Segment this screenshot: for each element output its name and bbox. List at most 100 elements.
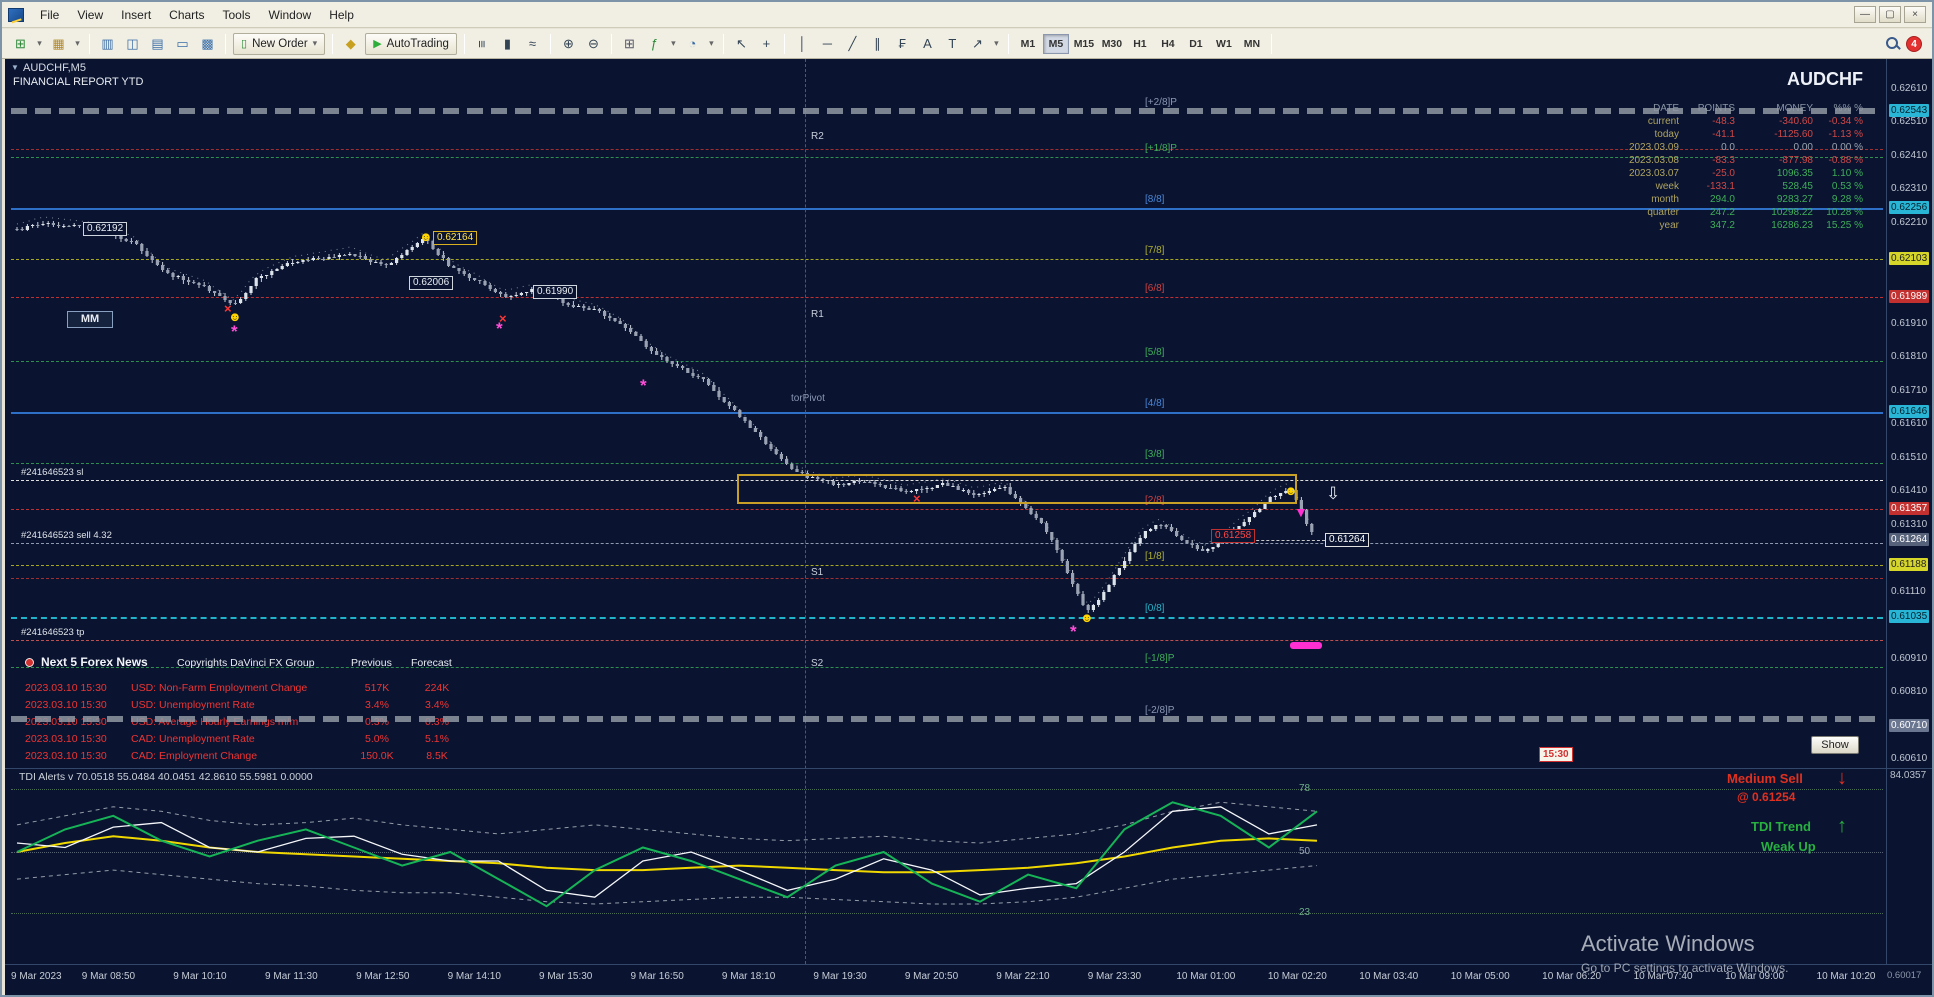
trend-arrow-icon: ↑: [1837, 815, 1847, 837]
price-tick: 0.62210: [1891, 217, 1928, 228]
strategy-tester-button[interactable]: ▩: [196, 33, 219, 55]
arrow-tool-button[interactable]: ↗: [966, 33, 989, 55]
chart-line-button[interactable]: ≈: [521, 33, 544, 55]
report-cell: 9.28 %: [1831, 194, 1863, 205]
new-order-button[interactable]: ▯ New Order ▾: [233, 32, 326, 55]
report-row: today -41.1 -1125.60 -1.13 %: [1603, 128, 1865, 141]
chart-candles-button[interactable]: ▮: [496, 33, 519, 55]
app-icon: [8, 7, 24, 22]
zoom-in-button[interactable]: ⊕: [557, 33, 580, 55]
murrey-label: [6/8]: [1145, 283, 1165, 294]
signal-trend-state: Weak Up: [1761, 839, 1816, 854]
consolidation-box: [737, 474, 1297, 504]
metaeditor-button[interactable]: ◆: [339, 33, 362, 55]
murrey-line: [11, 617, 1883, 619]
timeframe-button-mn[interactable]: MN: [1239, 34, 1265, 54]
toolbar-separator: [610, 33, 612, 54]
report-cell: 0.00 %: [1831, 142, 1863, 153]
menu-item-file[interactable]: File: [32, 5, 67, 25]
take-profit-line[interactable]: [11, 640, 1883, 641]
corner-value: 0.60017: [1887, 970, 1922, 981]
crosshair-button[interactable]: +: [755, 33, 778, 55]
time-tick: 10 Mar 03:40: [1359, 971, 1419, 982]
news-row-desc: USD: Unemployment Rate: [131, 699, 255, 711]
timeframe-button-m5[interactable]: M5: [1042, 33, 1069, 54]
time-tick: 9 Mar 10:10: [173, 971, 227, 982]
indicators-button[interactable]: ƒ: [643, 33, 666, 55]
channel-button[interactable]: ∥: [866, 33, 889, 55]
chevron-down-icon[interactable]: ▾: [34, 33, 45, 55]
price-flag-label: 0.61990: [533, 285, 578, 299]
market-watch-button[interactable]: ▥: [96, 33, 119, 55]
search-icon[interactable]: [1885, 36, 1900, 51]
timeframe-button-m1[interactable]: M1: [1015, 34, 1041, 54]
tri-marker: ▼: [1294, 504, 1308, 520]
text-button[interactable]: A: [916, 33, 939, 55]
restore-button[interactable]: ▢: [1879, 6, 1901, 23]
report-cell: 294.0: [1709, 194, 1735, 205]
timeframe-button-h1[interactable]: H1: [1127, 34, 1153, 54]
timeframe-button-w1[interactable]: W1: [1211, 34, 1237, 54]
timeframe-button-m15[interactable]: M15: [1071, 34, 1097, 54]
horizontal-line-button[interactable]: ─: [816, 33, 839, 55]
terminal-button[interactable]: ▭: [171, 33, 194, 55]
sell-position-line[interactable]: [11, 543, 1883, 544]
star-marker: *: [231, 321, 238, 341]
take-profit-label[interactable]: #241646523 tp: [21, 627, 84, 638]
menu-item-window[interactable]: Window: [261, 5, 320, 25]
star-marker: *: [1070, 621, 1077, 641]
menu-item-view[interactable]: View: [69, 5, 111, 25]
time-tick: 9 Mar 23:30: [1087, 971, 1142, 982]
menu-item-help[interactable]: Help: [321, 5, 362, 25]
report-row: year 347.2 16286.23 15.25 %: [1603, 219, 1865, 232]
chevron-down-icon[interactable]: ▾: [706, 33, 717, 55]
new-chart-button[interactable]: ⊞: [9, 33, 32, 55]
cursor-button[interactable]: ↖: [730, 33, 753, 55]
menu-item-tools[interactable]: Tools: [215, 5, 259, 25]
chevron-down-icon[interactable]: ▾: [72, 33, 83, 55]
menu-item-insert[interactable]: Insert: [113, 5, 159, 25]
chevron-down-icon[interactable]: ▾: [668, 33, 679, 55]
chevron-down-icon[interactable]: ▾: [991, 33, 1002, 55]
menu: File View Insert Charts Tools Window Help: [32, 5, 362, 25]
chart-area[interactable]: ▼ AUDCHF,M5 FINANCIAL REPORT YTD AUDCHF …: [5, 59, 1932, 995]
trendline-button[interactable]: ╱: [841, 33, 864, 55]
price-scale[interactable]: 0.62610 0.62510 0.62410 0.62310 0.62210 0.619…: [1886, 59, 1932, 964]
mm-button[interactable]: MM: [67, 311, 113, 328]
data-window-button[interactable]: ◫: [121, 33, 144, 55]
price-tick: 0.61110: [1891, 586, 1926, 597]
news-row-time: 2023.03.10 15:30: [25, 682, 107, 694]
report-cell: 2023.03.07: [1628, 168, 1679, 179]
sell-position-label[interactable]: #241646523 sell 4.32: [21, 530, 112, 541]
minimize-button[interactable]: —: [1854, 6, 1876, 23]
tdi-level-line: [11, 789, 1883, 790]
profiles-button[interactable]: ▦: [47, 33, 70, 55]
chart-bars-button[interactable]: ≡: [471, 32, 493, 55]
tile-windows-button[interactable]: ⊞: [618, 33, 641, 55]
fibonacci-button[interactable]: ₣: [891, 33, 914, 55]
close-button[interactable]: ×: [1904, 6, 1926, 23]
stop-loss-label[interactable]: #241646523 sl: [21, 467, 83, 478]
news-title: Next 5 Forex News: [41, 655, 148, 669]
notification-badge[interactable]: 4: [1906, 35, 1922, 52]
price-tick: 0.61610: [1891, 418, 1928, 429]
timeframe-button-h4[interactable]: H4: [1155, 34, 1181, 54]
navigator-button[interactable]: ▤: [146, 33, 169, 55]
zoom-out-button[interactable]: ⊖: [582, 33, 605, 55]
period-button[interactable]: ◔: [681, 33, 704, 55]
report-table: DATEPOINTSMONEY%% %current-48.3-340.60-0…: [1603, 102, 1865, 232]
collapse-icon[interactable]: ▼: [11, 63, 19, 72]
report-cell: -41.1: [1712, 129, 1735, 140]
price-tick: 0.61410: [1891, 485, 1928, 496]
vertical-line-button[interactable]: │: [791, 33, 814, 55]
label-button[interactable]: T: [941, 33, 964, 55]
show-button[interactable]: Show: [1811, 736, 1859, 754]
tdi-max-value: 84.0357: [1890, 770, 1927, 781]
timeframe-button-d1[interactable]: D1: [1183, 34, 1209, 54]
murrey-band-line: [11, 108, 1883, 114]
cross-marker: ×: [913, 490, 921, 506]
timeframe-button-m30[interactable]: M30: [1099, 34, 1125, 54]
autotrading-button[interactable]: ▶ AutoTrading: [365, 32, 457, 55]
menu-item-charts[interactable]: Charts: [161, 5, 212, 25]
toolbar-separator: [549, 33, 551, 54]
